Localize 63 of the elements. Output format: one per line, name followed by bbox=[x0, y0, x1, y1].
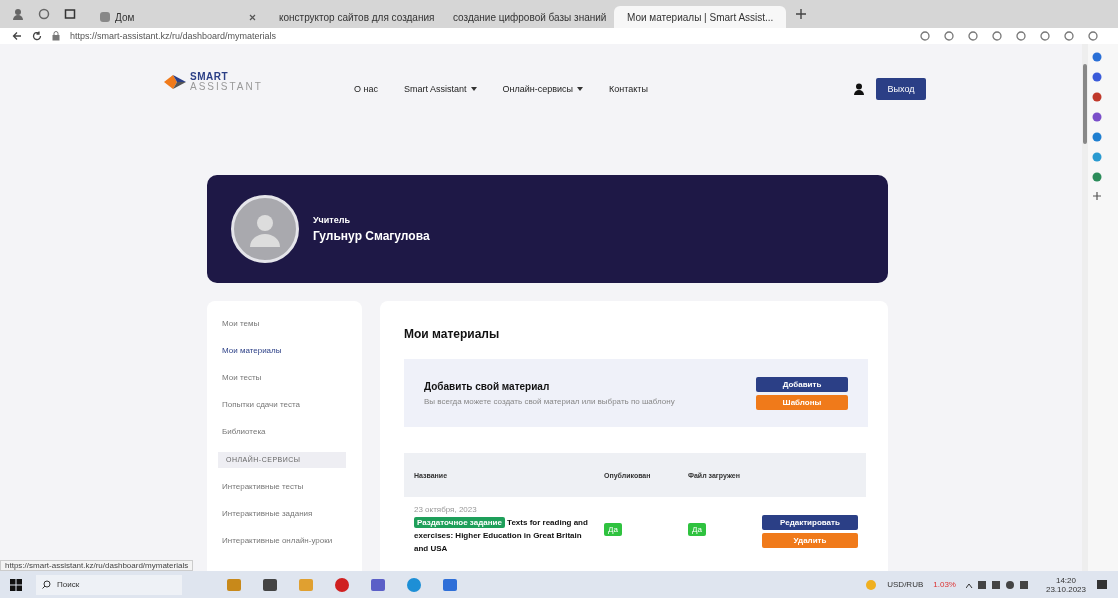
sidebar-item[interactable]: Библиотека bbox=[222, 425, 362, 452]
notification-icon[interactable] bbox=[1096, 578, 1108, 591]
nav-link[interactable]: О нас bbox=[354, 84, 378, 94]
address-field[interactable]: https://smart-assistant.kz/ru/dashboard/mymaterials bbox=[70, 31, 910, 41]
sidebar-item[interactable]: Интерактивные задания bbox=[222, 507, 362, 534]
browser-tab[interactable]: Дом bbox=[92, 6, 264, 28]
material-title[interactable]: Раздаточное задание Texts for reading and exercises: Higher Education in Great Britain and USA bbox=[414, 516, 594, 555]
logo-text: ASSISTANT bbox=[190, 82, 263, 92]
tab-title: конструктор сайтов для создания bbox=[279, 11, 435, 23]
caret-icon bbox=[577, 87, 584, 91]
lock-icon bbox=[52, 31, 60, 41]
browser-tab[interactable]: создание цифровой базы знаний bbox=[440, 6, 612, 28]
taskbar-search[interactable]: Поиск bbox=[36, 574, 182, 595]
sidebar-item[interactable]: Мои темы bbox=[222, 317, 362, 344]
tab-title: создание цифровой базы знаний bbox=[453, 11, 607, 23]
scrollbar[interactable] bbox=[1082, 44, 1088, 571]
logout-button[interactable]: Выход bbox=[876, 78, 926, 100]
taskbar-app-icon[interactable] bbox=[262, 576, 278, 593]
user-icon[interactable] bbox=[854, 83, 864, 95]
tab-actions-icon[interactable] bbox=[64, 8, 76, 20]
close-icon[interactable] bbox=[249, 13, 256, 21]
site-logo[interactable]: SMART ASSISTANT bbox=[164, 72, 274, 92]
status-badge: Да bbox=[688, 523, 706, 536]
type-tag: Раздаточное задание bbox=[414, 517, 505, 528]
search-icon bbox=[42, 580, 51, 589]
ticker-change: 1.03% bbox=[933, 580, 956, 589]
clock[interactable]: 14:20 23.10.2023 bbox=[1045, 575, 1086, 594]
add-button[interactable]: Добавить bbox=[756, 376, 848, 392]
windows-icon[interactable] bbox=[10, 578, 22, 591]
card-text: Вы всегда можете создать свой материал или выбрать по шаблону bbox=[424, 396, 675, 406]
logo-mark-icon bbox=[164, 73, 186, 91]
tab-title: Дом bbox=[115, 11, 135, 23]
sidebar-item[interactable]: Мои тесты bbox=[222, 371, 362, 398]
nav-link[interactable]: Smart Assistant bbox=[404, 84, 477, 94]
sidebar-item[interactable]: Интерактивные тесты bbox=[222, 480, 362, 507]
taskbar-app-icon[interactable] bbox=[334, 576, 350, 593]
taskbar-app-icon[interactable] bbox=[370, 576, 386, 593]
page-title: Мои материалы bbox=[404, 327, 501, 341]
status-badge: Да bbox=[604, 523, 622, 536]
edit-button[interactable]: Редактировать bbox=[762, 515, 858, 530]
browser-tab[interactable]: конструктор сайтов для создания bbox=[266, 6, 438, 28]
sidebar-item[interactable]: Интерактивные онлайн-уроки bbox=[222, 534, 362, 561]
logo-text: SMART bbox=[190, 72, 230, 82]
add-icon[interactable] bbox=[1093, 192, 1101, 200]
sidebar-item[interactable]: Мои материалы bbox=[222, 344, 362, 371]
profile-icon[interactable] bbox=[12, 8, 24, 20]
ticker-text: USD/RUB bbox=[887, 580, 924, 589]
date-text: 23 октября, 2023 bbox=[414, 505, 478, 514]
caret-icon bbox=[470, 87, 477, 91]
browser-tab[interactable]: Мои материалы | Smart Assist... bbox=[614, 6, 786, 28]
nav-link[interactable]: Контакты bbox=[609, 84, 648, 94]
taskbar-app-icon[interactable] bbox=[442, 576, 458, 593]
sun-icon bbox=[865, 578, 878, 591]
user-role: Учитель bbox=[313, 215, 352, 225]
user-name: Гульнур Смагулова bbox=[313, 229, 430, 243]
refresh-icon[interactable] bbox=[32, 31, 42, 41]
sidebar-item[interactable]: Попытки сдачи теста bbox=[222, 398, 362, 425]
card-title: Добавить свой материал bbox=[424, 380, 551, 392]
nav-link[interactable]: Онлайн-сервисы bbox=[502, 84, 584, 94]
tab-title: Мои материалы | Smart Assist... bbox=[627, 11, 774, 23]
page-icon bbox=[100, 12, 110, 22]
back-icon[interactable] bbox=[12, 31, 22, 41]
new-tab-icon[interactable] bbox=[796, 9, 806, 19]
